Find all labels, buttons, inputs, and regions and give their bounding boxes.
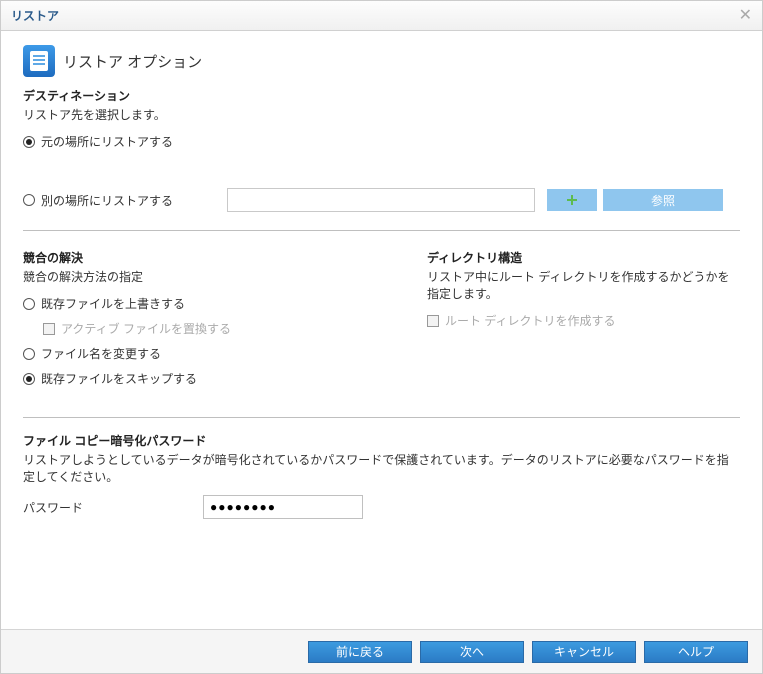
checkbox-label: ルート ディレクトリを作成する bbox=[445, 312, 616, 329]
conflict-section: 競合の解決 競合の解決方法の指定 既存ファイルを上書きする アクティブ ファイル… bbox=[23, 245, 403, 395]
radio-skip[interactable]: 既存ファイルをスキップする bbox=[23, 370, 403, 387]
dialog-footer: 前に戻る 次へ キャンセル ヘルプ bbox=[1, 629, 762, 673]
help-button[interactable]: ヘルプ bbox=[644, 641, 748, 663]
radio-icon bbox=[23, 136, 35, 148]
titlebar: リストア ✕ bbox=[1, 1, 762, 31]
add-path-button[interactable] bbox=[547, 189, 597, 211]
alternate-path-input[interactable] bbox=[227, 188, 535, 212]
radio-icon bbox=[23, 348, 35, 360]
checkbox-label: アクティブ ファイルを置換する bbox=[61, 320, 231, 337]
radio-restore-alternate[interactable]: 別の場所にリストアする bbox=[23, 192, 227, 209]
checkbox-icon bbox=[427, 315, 439, 327]
password-section: ファイル コピー暗号化パスワード リストアしようとしているデータが暗号化されてい… bbox=[23, 432, 740, 519]
options-columns: 競合の解決 競合の解決方法の指定 既存ファイルを上書きする アクティブ ファイル… bbox=[23, 245, 740, 395]
checkbox-create-root: ルート ディレクトリを作成する bbox=[427, 312, 740, 329]
conflict-heading: 競合の解決 bbox=[23, 249, 403, 266]
destination-section: デスティネーション リストア先を選択します。 元の場所にリストアする 別の場所に… bbox=[23, 87, 740, 212]
directory-section: ディレクトリ構造 リストア中にルート ディレクトリを作成するかどうかを指定します… bbox=[427, 245, 740, 395]
password-row: パスワード bbox=[23, 495, 740, 519]
radio-icon bbox=[23, 298, 35, 310]
radio-icon bbox=[23, 194, 35, 206]
next-button[interactable]: 次へ bbox=[420, 641, 524, 663]
radio-icon bbox=[23, 373, 35, 385]
close-icon[interactable]: ✕ bbox=[739, 8, 752, 24]
radio-label: ファイル名を変更する bbox=[41, 345, 161, 362]
divider bbox=[23, 417, 740, 418]
page-header: リストア オプション bbox=[23, 45, 740, 77]
divider bbox=[23, 230, 740, 231]
checkbox-icon bbox=[43, 323, 55, 335]
radio-label: 別の場所にリストアする bbox=[41, 192, 173, 209]
directory-heading: ディレクトリ構造 bbox=[427, 249, 740, 266]
cancel-button[interactable]: キャンセル bbox=[532, 641, 636, 663]
radio-rename[interactable]: ファイル名を変更する bbox=[23, 345, 403, 362]
radio-overwrite[interactable]: 既存ファイルを上書きする bbox=[23, 295, 403, 312]
destination-desc: リストア先を選択します。 bbox=[23, 106, 740, 123]
plus-icon bbox=[565, 193, 579, 207]
radio-restore-original[interactable]: 元の場所にリストアする bbox=[23, 133, 740, 150]
dialog-title: リストア bbox=[11, 7, 59, 24]
password-input[interactable] bbox=[203, 495, 363, 519]
radio-label: 既存ファイルを上書きする bbox=[41, 295, 185, 312]
page-title: リストア オプション bbox=[63, 51, 202, 72]
back-button[interactable]: 前に戻る bbox=[308, 641, 412, 663]
directory-desc: リストア中にルート ディレクトリを作成するかどうかを指定します。 bbox=[427, 268, 740, 302]
alternate-destination-row: 別の場所にリストアする 参照 bbox=[23, 188, 740, 212]
restore-options-icon bbox=[23, 45, 55, 77]
checkbox-replace-active: アクティブ ファイルを置換する bbox=[43, 320, 403, 337]
conflict-desc: 競合の解決方法の指定 bbox=[23, 268, 403, 285]
browse-button[interactable]: 参照 bbox=[603, 189, 723, 211]
password-heading: ファイル コピー暗号化パスワード bbox=[23, 432, 740, 449]
destination-heading: デスティネーション bbox=[23, 87, 740, 104]
password-desc: リストアしようとしているデータが暗号化されているかパスワードで保護されています。… bbox=[23, 451, 740, 485]
password-label: パスワード bbox=[23, 499, 203, 516]
radio-label: 既存ファイルをスキップする bbox=[41, 370, 197, 387]
dialog-content: リストア オプション デスティネーション リストア先を選択します。 元の場所にリ… bbox=[1, 31, 762, 629]
radio-label: 元の場所にリストアする bbox=[41, 133, 173, 150]
